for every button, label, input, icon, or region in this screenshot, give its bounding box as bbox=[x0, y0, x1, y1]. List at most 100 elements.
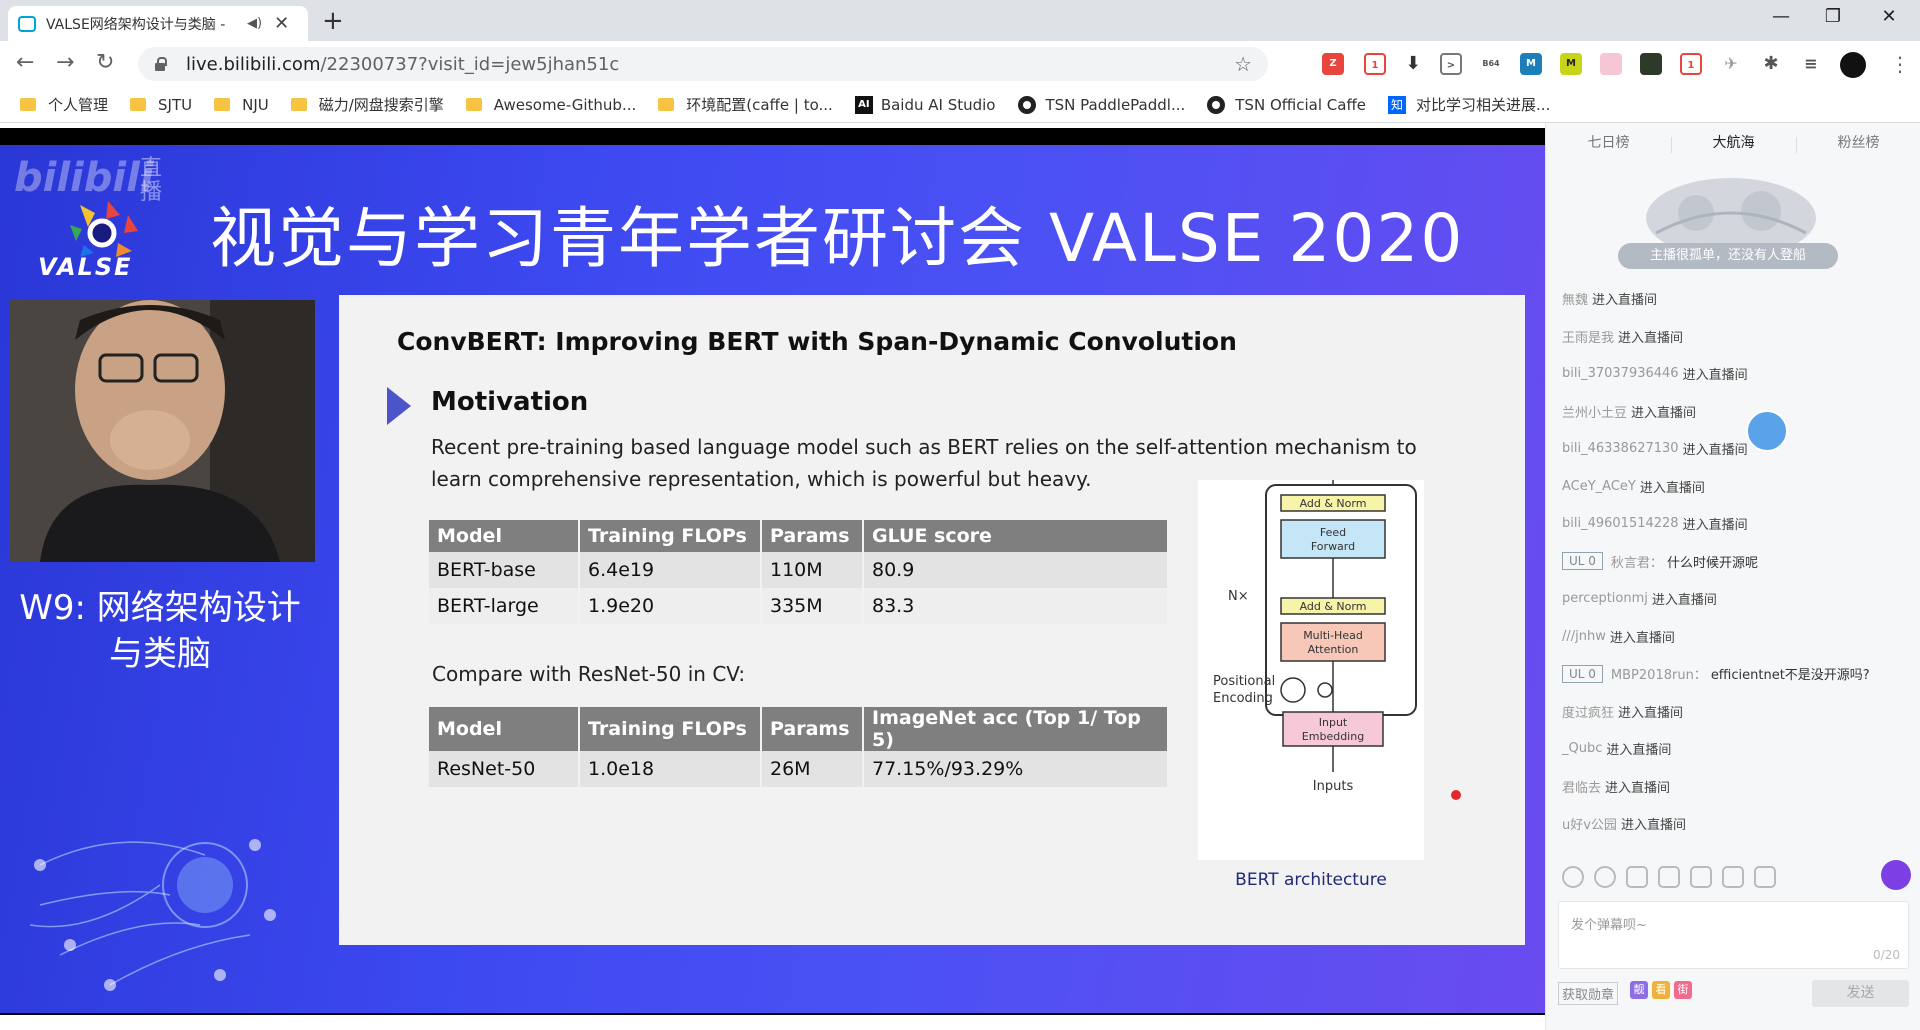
chat-enter-text: 进入直播间 bbox=[1682, 518, 1748, 534]
sparkle-icon[interactable] bbox=[1626, 866, 1648, 888]
title-badge-icon[interactable]: 靓 bbox=[1630, 981, 1648, 999]
chat-username[interactable]: u好v公园 bbox=[1562, 814, 1617, 833]
address-bar[interactable]: live.bilibili.com /22300737?visit_id=jew… bbox=[138, 47, 1268, 81]
bookmark-link[interactable]: 知对比学习相关进展... bbox=[1388, 94, 1550, 115]
github-icon bbox=[1207, 95, 1226, 114]
media-control-icon[interactable]: ≡ bbox=[1800, 53, 1822, 75]
table-header: Params bbox=[761, 520, 864, 552]
restore-window-button[interactable]: ❐ bbox=[1810, 6, 1856, 27]
bird-extension-icon[interactable]: ✈ bbox=[1720, 53, 1742, 75]
screen-settings-icon[interactable] bbox=[1754, 866, 1776, 888]
chat-username[interactable]: bili_49601514228 bbox=[1562, 516, 1679, 531]
chat-row: UL 0 秋言君： 什么时候开源呢 bbox=[1562, 543, 1912, 581]
table-cell: 1.0e18 bbox=[579, 751, 762, 787]
pink-extension-icon[interactable] bbox=[1600, 53, 1622, 75]
tab-fans-rank[interactable]: 粉丝榜 bbox=[1796, 123, 1920, 163]
profile-avatar[interactable] bbox=[1840, 52, 1866, 78]
chat-username[interactable]: bili_37037936446 bbox=[1562, 366, 1679, 381]
palette-icon[interactable] bbox=[1594, 866, 1616, 888]
table-cell: 26M bbox=[761, 751, 864, 787]
table-cell: ResNet-50 bbox=[429, 751, 580, 787]
terminal-extension-icon[interactable]: > bbox=[1440, 53, 1462, 75]
chat-username[interactable]: _Qubc bbox=[1562, 741, 1602, 756]
brain-network-decoration bbox=[29, 839, 276, 991]
chat-username[interactable]: 兰州小土豆 bbox=[1562, 402, 1627, 421]
bookmark-folder[interactable]: 个人管理 bbox=[20, 94, 108, 115]
bookmark-folder[interactable]: Awesome-Github... bbox=[465, 96, 636, 114]
bookmark-star-icon[interactable]: ☆ bbox=[1234, 52, 1252, 76]
colorful-extension-icon[interactable] bbox=[1640, 53, 1662, 75]
close-tab-icon[interactable]: ✕ bbox=[274, 13, 289, 34]
bookmark-label: 磁力/网盘搜索引擎 bbox=[318, 96, 444, 114]
m-extension-yellow-icon[interactable]: M bbox=[1560, 53, 1582, 75]
folder-icon bbox=[290, 98, 307, 111]
bookmark-folder[interactable]: SJTU bbox=[130, 96, 192, 114]
chat-username[interactable]: ACeY_ACeY bbox=[1562, 479, 1636, 494]
chat-message-list: 無魏 进入直播间 王雨是我 进入直播间 bili_37037936446 进入直播间 兰州小… bbox=[1562, 280, 1912, 843]
conference-banner: 视觉与学习青年学者研讨会 VALSE 2020 bbox=[210, 200, 1465, 277]
bookmark-folder[interactable]: 环境配置(caffe | to... bbox=[658, 94, 833, 115]
screen-icon[interactable] bbox=[1658, 866, 1680, 888]
extension-badge-2-icon[interactable]: 1 bbox=[1680, 53, 1702, 75]
lock-icon[interactable] bbox=[154, 57, 167, 71]
chat-username[interactable]: bili_46338627130 bbox=[1562, 441, 1679, 456]
chat-username[interactable]: ///jnhw bbox=[1562, 629, 1606, 644]
bookmark-link[interactable]: TSN Official Caffe bbox=[1207, 95, 1366, 114]
chat-username[interactable]: perceptionmj bbox=[1562, 591, 1648, 606]
bookmark-link[interactable]: TSN PaddlePaddl... bbox=[1017, 95, 1185, 114]
new-tab-button[interactable]: + bbox=[322, 6, 344, 36]
user-level-badge[interactable]: UL 0 bbox=[1562, 552, 1603, 571]
laser-pointer-dot bbox=[1451, 790, 1461, 800]
emoji-icon[interactable] bbox=[1562, 866, 1584, 888]
forward-arrow-icon[interactable]: → bbox=[56, 50, 74, 75]
bert-flops-table: Model Training FLOPs Params GLUE score B… bbox=[429, 520, 1169, 624]
bookmark-link[interactable]: AI Baidu AI Studio bbox=[854, 95, 996, 114]
get-medal-button[interactable]: 获取勋章 bbox=[1558, 982, 1619, 1005]
floating-avatar[interactable] bbox=[1746, 410, 1788, 452]
danmu-char-count: 0/20 bbox=[1873, 948, 1900, 962]
title-badge-icon[interactable]: 看 bbox=[1652, 981, 1670, 999]
extensions-puzzle-icon[interactable]: ✱ bbox=[1760, 53, 1782, 75]
chat-username[interactable]: 無魏 bbox=[1562, 289, 1588, 308]
send-button[interactable]: 发送 bbox=[1812, 980, 1909, 1007]
user-level-badge[interactable]: UL 0 bbox=[1562, 664, 1603, 683]
chat-username[interactable]: 王雨是我 bbox=[1562, 327, 1614, 346]
tab-title: VALSE网络架构设计与类脑 - bbox=[46, 16, 226, 33]
tab-weekly-rank[interactable]: 七日榜 bbox=[1546, 123, 1671, 163]
tab-guard[interactable]: 大航海 bbox=[1671, 123, 1796, 163]
folder-icon bbox=[465, 98, 482, 111]
chat-username[interactable]: 秋言君： bbox=[1611, 552, 1663, 571]
extension-red-icon[interactable]: Z bbox=[1322, 53, 1344, 75]
table-cell: 6.4e19 bbox=[579, 552, 762, 588]
bookmark-folder[interactable]: 磁力/网盘搜索引擎 bbox=[290, 94, 444, 115]
chat-username[interactable]: 度过疯狂 bbox=[1562, 702, 1614, 721]
table-header: Params bbox=[761, 707, 864, 751]
live-video-player[interactable]: bilibili 直播 VALSE 视觉与学习青年学者研讨会 VALSE 202… bbox=[0, 128, 1545, 1015]
browser-menu-icon[interactable]: ⋮ bbox=[1890, 52, 1910, 76]
screen-record-icon[interactable] bbox=[1690, 866, 1712, 888]
extension-badge-icon[interactable]: 1 bbox=[1364, 53, 1386, 75]
arch-mha-2: Attention bbox=[1308, 643, 1359, 656]
minimize-window-button[interactable]: — bbox=[1758, 6, 1804, 27]
chat-username[interactable]: MBP2018run： bbox=[1611, 664, 1707, 683]
bookmark-folder[interactable]: NJU bbox=[214, 96, 269, 114]
chat-row: 君临去 进入直播间 bbox=[1562, 768, 1912, 806]
chat-username[interactable]: 君临去 bbox=[1562, 777, 1601, 796]
valse-logo-text: VALSE bbox=[38, 253, 133, 281]
browser-tab-active[interactable]: VALSE网络架构设计与类脑 - ◀) ✕ bbox=[8, 6, 308, 41]
close-window-button[interactable]: ✕ bbox=[1866, 6, 1912, 27]
back-arrow-icon[interactable]: ← bbox=[16, 50, 34, 75]
title-badge-icon[interactable]: 街 bbox=[1674, 981, 1692, 999]
reload-icon[interactable]: ↻ bbox=[96, 50, 114, 75]
base64-extension-icon[interactable]: B64 bbox=[1480, 53, 1502, 75]
danmu-input[interactable]: 发个弹幕呗~ 0/20 bbox=[1558, 901, 1909, 969]
video-frame: bilibili 直播 VALSE 视觉与学习青年学者研讨会 VALSE 202… bbox=[0, 145, 1545, 1013]
download-icon[interactable]: ⬇ bbox=[1402, 53, 1424, 75]
chat-row: _Qubc 进入直播间 bbox=[1562, 730, 1912, 768]
m-extension-blue-icon[interactable]: M bbox=[1520, 53, 1542, 75]
chat-bubble-icon[interactable] bbox=[1881, 860, 1911, 890]
screen-edit-icon[interactable] bbox=[1722, 866, 1744, 888]
speaker-icon[interactable]: ◀) bbox=[247, 16, 262, 31]
table-header-row: Model Training FLOPs Params GLUE score bbox=[429, 520, 1169, 552]
chat-enter-text: 进入直播间 bbox=[1618, 705, 1684, 721]
